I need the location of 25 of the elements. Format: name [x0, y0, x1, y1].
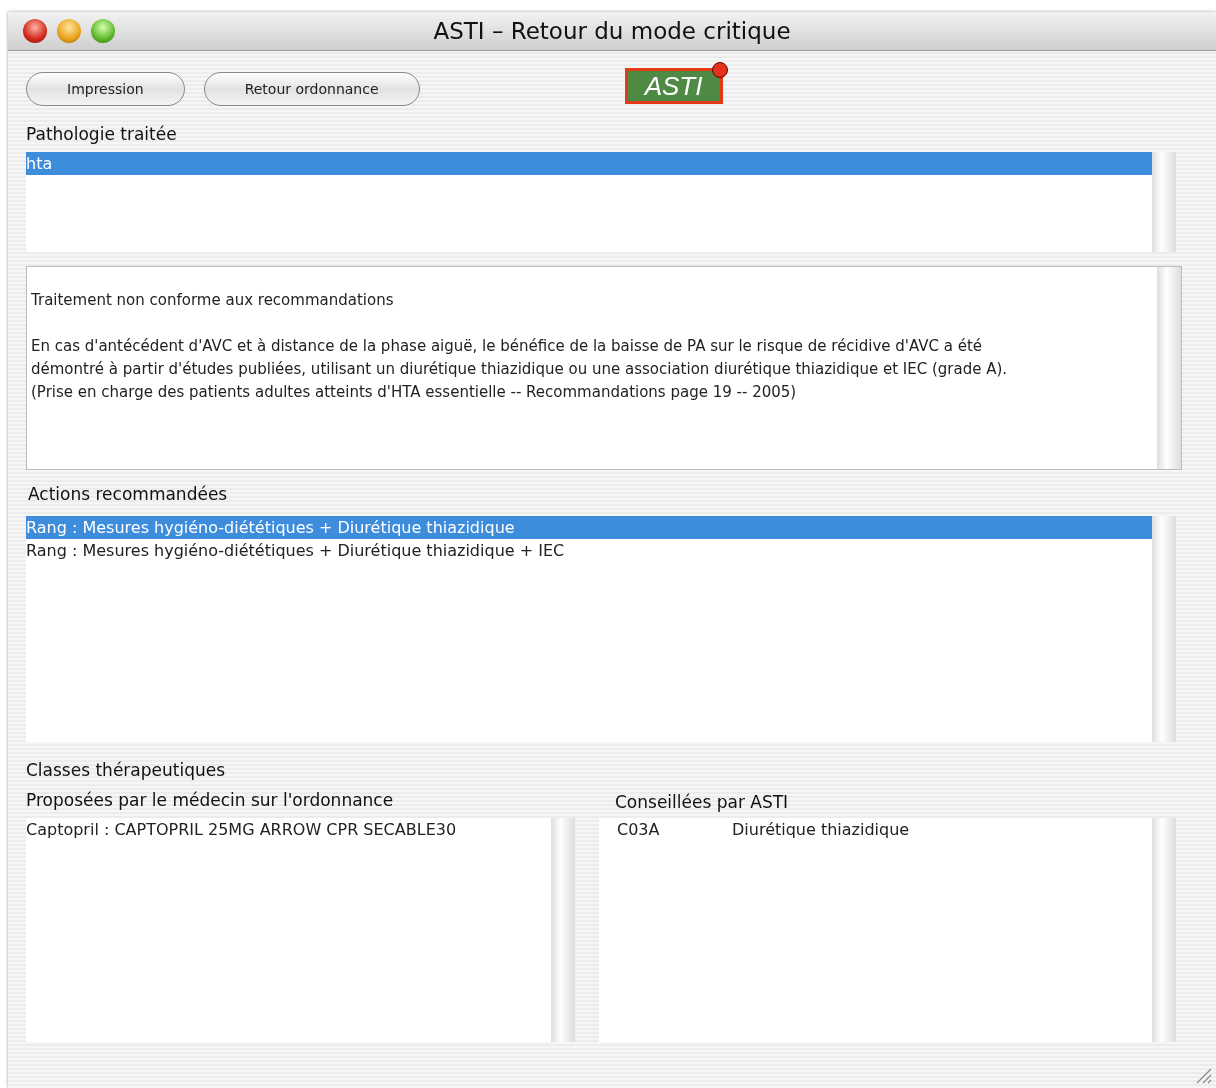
message-text: (Prise en charge des patients adultes atteints d'HTA essentielle -- Recommandations page 19 -- 2005) [31, 383, 798, 403]
scrollbar[interactable] [1152, 152, 1176, 252]
section-label: Classes thérapeutiques [26, 760, 227, 780]
list-item[interactable]: Rang : Mesures hygiéno-diététiques + Diurétique thiazidique + IEC [26, 539, 1152, 562]
column-label: Proposées par le médecin sur l'ordonnance [26, 790, 395, 810]
section-label: Actions recommandées [28, 484, 229, 504]
minimize-button[interactable] [57, 19, 81, 43]
scrollbar[interactable] [1152, 818, 1176, 1042]
window-title: ASTI – Retour du mode critique [433, 18, 791, 44]
toolbar-button[interactable]: Impression [26, 72, 185, 106]
section-label: Pathologie traitée [26, 124, 178, 144]
table-cell-text: C03A [617, 819, 661, 841]
list-item[interactable]: Captopril : CAPTOPRIL 25MG ARROW CPR SECABLE30 [26, 818, 551, 841]
message-text: démontré à partir d'études publiées, utilisant un diurétique thiazidique ou une association diurétique thiazidique et IEC (grade A). [31, 360, 1009, 380]
scrollbar[interactable] [551, 818, 575, 1042]
toolbar-button[interactable]: Retour ordonnance [203, 72, 420, 106]
status-dot-icon [711, 62, 728, 78]
message-text: En cas d'antécédent d'AVC et à distance de la phase aiguë, le bénéfice de la baisse de PA sur le risque de récidive d'AVC a été [31, 337, 984, 357]
close-button[interactable] [23, 19, 47, 43]
column-label: Conseillées par ASTI [615, 792, 790, 812]
scrollbar[interactable] [1157, 267, 1181, 469]
zoom-button[interactable] [91, 19, 115, 43]
table-cell: Diurétique thiazidique [732, 820, 910, 839]
message-text: Traitement non conforme aux recommandations [31, 291, 395, 311]
scrollbar[interactable] [1152, 516, 1176, 742]
